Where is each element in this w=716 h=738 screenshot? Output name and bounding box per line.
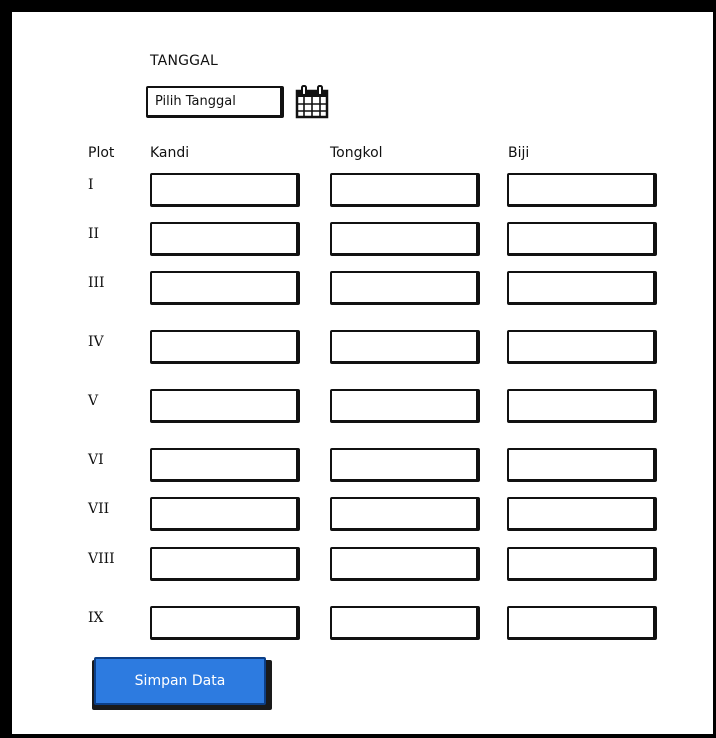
tongkol-input[interactable] <box>330 271 480 305</box>
biji-input[interactable] <box>507 448 657 482</box>
kandi-input[interactable] <box>150 606 300 640</box>
tongkol-input[interactable] <box>330 222 480 256</box>
kandi-input[interactable] <box>150 389 300 423</box>
plot-column-header: Plot <box>88 145 115 161</box>
date-picker-field[interactable]: Pilih Tanggal <box>146 86 284 118</box>
tongkol-input[interactable] <box>330 547 480 581</box>
date-label: TANGGAL <box>150 53 218 69</box>
tongkol-input[interactable] <box>330 330 480 364</box>
plot-row-label: VII <box>88 501 110 517</box>
plot-row-label: II <box>88 226 100 242</box>
biji-input[interactable] <box>507 222 657 256</box>
tongkol-input[interactable] <box>330 606 480 640</box>
tongkol-input[interactable] <box>330 389 480 423</box>
kandi-input[interactable] <box>150 547 300 581</box>
kandi-input[interactable] <box>150 497 300 531</box>
kandi-input[interactable] <box>150 330 300 364</box>
kandi-input[interactable] <box>150 271 300 305</box>
kandi-input[interactable] <box>150 448 300 482</box>
plot-row-label: I <box>88 177 94 193</box>
biji-input[interactable] <box>507 173 657 207</box>
plot-row-label: VIII <box>88 551 115 567</box>
plot-row-label: IV <box>88 334 104 350</box>
biji-input[interactable] <box>507 606 657 640</box>
tongkol-input[interactable] <box>330 497 480 531</box>
biji-input[interactable] <box>507 271 657 305</box>
plot-row-label: IX <box>88 610 104 626</box>
plot-row-label: V <box>88 393 99 409</box>
save-button[interactable]: Simpan Data <box>94 657 266 705</box>
biji-input[interactable] <box>507 330 657 364</box>
biji-input[interactable] <box>507 389 657 423</box>
biji-input[interactable] <box>507 497 657 531</box>
tongkol-input[interactable] <box>330 173 480 207</box>
plot-row-label: III <box>88 275 105 291</box>
kandi-input[interactable] <box>150 222 300 256</box>
plot-row-label: VI <box>88 452 104 468</box>
biji-input[interactable] <box>507 547 657 581</box>
kandi-input[interactable] <box>150 173 300 207</box>
kandi-column-header: Kandi <box>150 145 190 161</box>
tongkol-column-header: Tongkol <box>330 145 383 161</box>
biji-column-header: Biji <box>508 145 530 161</box>
tongkol-input[interactable] <box>330 448 480 482</box>
calendar-icon[interactable] <box>294 84 330 120</box>
